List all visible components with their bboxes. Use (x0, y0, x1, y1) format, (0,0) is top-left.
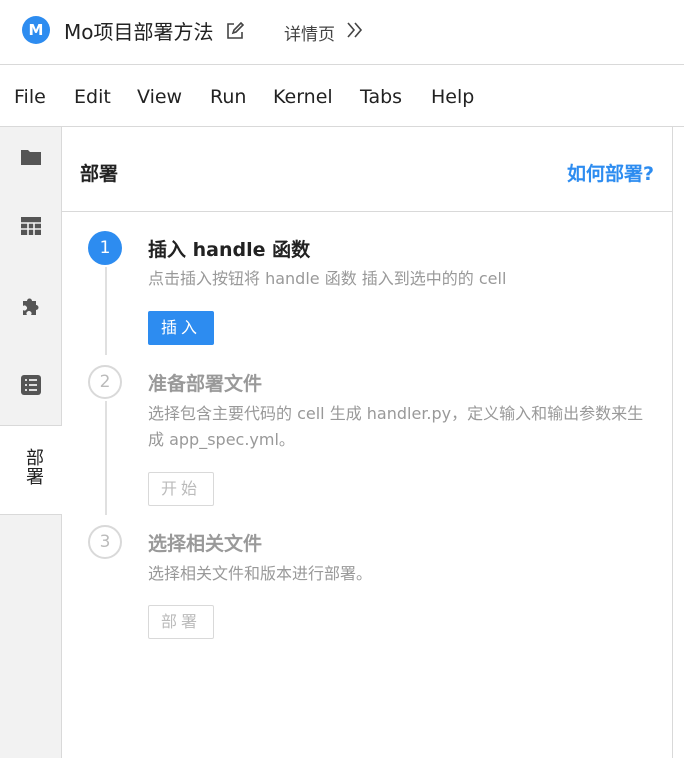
step-1-title: 插入 handle 函数 (148, 239, 311, 261)
project-title: Mo项目部署方法 (64, 20, 214, 44)
left-sidebar: 部署 (0, 127, 62, 758)
step-2-number: 2 (88, 365, 122, 399)
how-to-deploy-link[interactable]: 如何部署? (567, 159, 654, 186)
menu-file[interactable]: File (14, 86, 46, 108)
table-icon[interactable] (19, 214, 43, 238)
sidebar-tab-deploy[interactable]: 部署 (0, 425, 62, 515)
list-icon[interactable] (19, 373, 43, 397)
menu-help[interactable]: Help (431, 86, 474, 108)
step-1-number: 1 (88, 231, 122, 265)
step-2-description: 选择包含主要代码的 cell 生成 handler.py，定义输入和输出参数来生… (148, 404, 644, 449)
sidebar-tab-deploy-label: 部署 (23, 448, 44, 486)
step-3-title: 选择相关文件 (148, 533, 263, 555)
top-bar: M Mo项目部署方法 详情页 (0, 0, 684, 65)
step-3-number: 3 (88, 525, 122, 559)
folder-icon[interactable] (19, 145, 43, 169)
step-connector (105, 401, 107, 515)
start-button[interactable]: 开始 (148, 472, 214, 506)
menu-bar: File Edit View Run Kernel Tabs Help (0, 65, 684, 127)
panel-header: 部署 如何部署? (62, 127, 672, 212)
panel-divider (672, 127, 673, 758)
menu-run[interactable]: Run (210, 86, 246, 108)
edit-icon[interactable] (226, 22, 244, 40)
app-logo: M (22, 16, 50, 44)
menu-tabs[interactable]: Tabs (360, 86, 402, 108)
menu-edit[interactable]: Edit (74, 86, 111, 108)
step-2-title: 准备部署文件 (148, 373, 263, 395)
detail-page-link[interactable]: 详情页 (284, 20, 335, 45)
panel-title: 部署 (80, 163, 119, 185)
insert-button[interactable]: 插入 (148, 311, 214, 345)
deploy-panel: 部署 如何部署? 1 插入 handle 函数 点击插入按钮将 handle 函… (62, 127, 672, 758)
menu-kernel[interactable]: Kernel (273, 86, 333, 108)
menu-view[interactable]: View (137, 86, 182, 108)
double-chevron-right-icon[interactable] (346, 20, 364, 40)
step-3-description: 选择相关文件和版本进行部署。 (148, 564, 373, 583)
deploy-button[interactable]: 部署 (148, 605, 214, 639)
step-connector (105, 267, 107, 355)
step-1-description: 点击插入按钮将 handle 函数 插入到选中的的 cell (148, 269, 507, 288)
puzzle-icon[interactable] (19, 294, 43, 318)
